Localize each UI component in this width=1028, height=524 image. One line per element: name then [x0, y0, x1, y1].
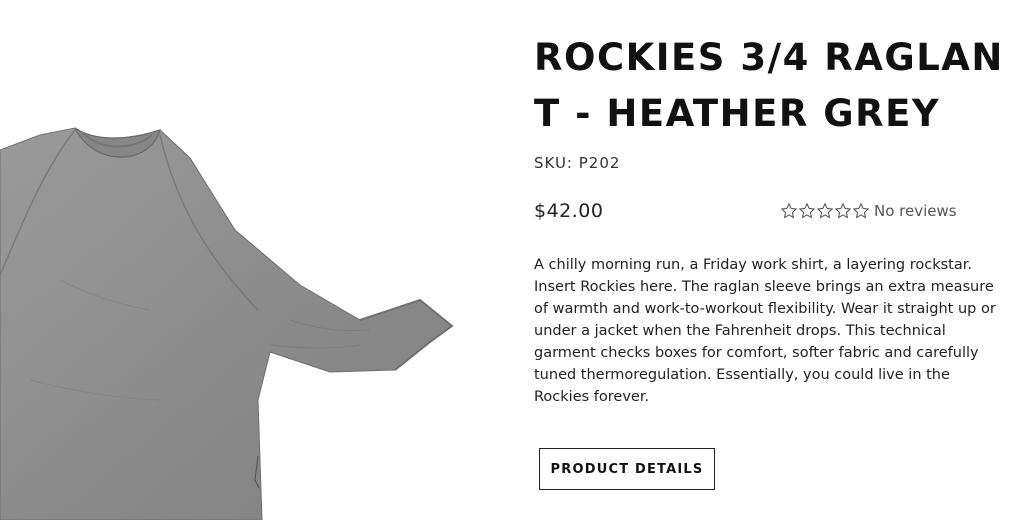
product-image	[0, 80, 470, 521]
product-details-button[interactable]: PRODUCT DETAILS	[539, 448, 715, 490]
star-outline-icon	[852, 202, 870, 219]
reviews-label[interactable]: No reviews	[874, 202, 957, 220]
reviews-summary[interactable]: No reviews	[780, 202, 957, 220]
product-sku: SKU: P202	[534, 154, 621, 172]
star-outline-icon	[798, 202, 816, 219]
product-info: ROCKIES 3/4 RAGLAN T - HEATHER GREY SKU:…	[534, 30, 1004, 490]
price-row: $42.00 No reviews	[534, 200, 1004, 230]
star-rating[interactable]	[780, 202, 870, 220]
star-outline-icon	[834, 202, 852, 219]
product-title: ROCKIES 3/4 RAGLAN T - HEATHER GREY	[534, 36, 1004, 135]
tshirt-illustration	[0, 127, 454, 521]
star-outline-icon	[780, 202, 798, 219]
star-outline-icon	[816, 202, 834, 219]
product-description: A chilly morning run, a Friday work shir…	[534, 257, 996, 405]
